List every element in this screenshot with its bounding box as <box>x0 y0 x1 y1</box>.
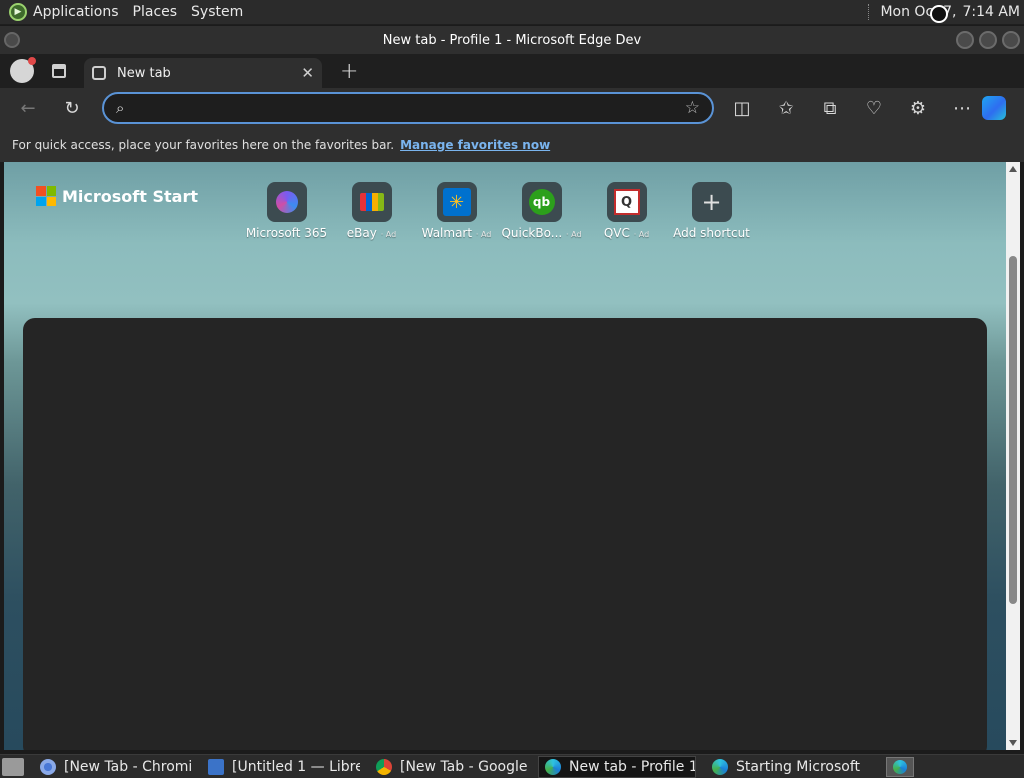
extensions-icon[interactable]: ⚙ <box>906 98 930 119</box>
refresh-button[interactable]: ↻ <box>60 98 84 119</box>
search-icon: ⌕ <box>116 99 125 117</box>
browser-essentials-icon[interactable]: ♡ <box>862 98 886 119</box>
panel-separator <box>868 4 870 20</box>
shortcut-microsoft-365[interactable]: Microsoft 365 <box>244 182 329 240</box>
new-tab-page: Microsoft Start Microsoft 365 eBay · Ad … <box>4 162 1006 750</box>
shortcut-qvc[interactable]: Q QVC · Ad <box>584 182 669 240</box>
tab-label: New tab <box>117 65 171 81</box>
tab-new-tab[interactable]: New tab ✕ <box>84 58 322 88</box>
address-input[interactable] <box>136 100 685 116</box>
mouse-cursor-icon <box>930 5 948 23</box>
edge-icon <box>712 758 728 775</box>
favorites-bar-message: For quick access, place your favorites h… <box>12 138 395 152</box>
maximize-button[interactable] <box>979 31 997 49</box>
tab-actions-icon[interactable] <box>52 64 66 78</box>
close-tab-icon[interactable]: ✕ <box>301 64 314 82</box>
window-title: New tab - Profile 1 - Microsoft Edge Dev <box>382 32 642 48</box>
close-window-button[interactable] <box>1002 31 1020 49</box>
manage-favorites-link[interactable]: Manage favorites now <box>400 138 550 152</box>
brand-name: Microsoft Start <box>62 186 198 206</box>
favorite-star-icon[interactable]: ☆ <box>685 98 700 118</box>
microsoft-start-logo[interactable]: Microsoft Start <box>36 186 198 206</box>
split-screen-icon[interactable]: ◫ <box>730 98 754 119</box>
taskbar-item[interactable]: [New Tab - Google ... <box>370 756 528 778</box>
tray-edge-icon[interactable] <box>886 756 914 777</box>
chrome-icon <box>376 758 392 775</box>
taskbar-item-active[interactable]: New tab - Profile 1 -... <box>538 755 696 778</box>
taskbar-item[interactable]: [Untitled 1 — Libre... <box>202 756 360 778</box>
minimize-button[interactable] <box>956 31 974 49</box>
profile-avatar[interactable] <box>10 57 36 83</box>
new-tab-button[interactable]: + <box>340 59 358 84</box>
taskbar-item[interactable]: Starting Microsoft E... <box>706 756 864 778</box>
taskbar-item-label: New tab - Profile 1 -... <box>569 758 695 775</box>
microsoft-365-icon <box>266 182 307 222</box>
quickbooks-icon: qb <box>521 182 562 222</box>
back-button[interactable]: ← <box>16 98 40 119</box>
shortcut-label: Microsoft 365 <box>245 226 328 240</box>
content-feed-panel <box>23 318 987 750</box>
scrollbar-thumb[interactable] <box>1009 256 1017 604</box>
microsoft-logo-icon <box>36 186 56 206</box>
libreoffice-icon <box>208 758 224 775</box>
ad-badge: · Ad <box>475 230 492 239</box>
show-desktop-icon[interactable] <box>2 757 24 776</box>
window-titlebar[interactable]: New tab - Profile 1 - Microsoft Edge Dev <box>0 26 1024 54</box>
panel-clock[interactable]: 7:14 AM <box>962 4 1020 20</box>
navigation-toolbar: ← ↻ ⌕ ☆ ◫ ✩ ⧉ ♡ ⚙ ⋯ <box>0 88 1024 128</box>
page-scrollbar[interactable] <box>1006 162 1020 750</box>
scroll-up-icon[interactable] <box>1009 166 1017 172</box>
shortcut-ebay[interactable]: eBay · Ad <box>329 182 414 240</box>
address-bar[interactable]: ⌕ ☆ <box>102 92 714 124</box>
new-tab-favicon-icon <box>92 66 106 80</box>
taskbar: [New Tab - Chromi... [Untitled 1 — Libre… <box>0 754 1024 778</box>
taskbar-item[interactable]: [New Tab - Chromi... <box>34 756 192 778</box>
shortcut-label: eBay <box>346 226 377 240</box>
copilot-icon[interactable] <box>982 96 1006 120</box>
favorites-icon[interactable]: ✩ <box>774 98 798 119</box>
scroll-down-icon[interactable] <box>1009 740 1017 746</box>
window-menu-icon[interactable] <box>4 32 20 48</box>
quick-links: Microsoft 365 eBay · Ad ✳ Walmart · Ad q… <box>244 182 754 240</box>
ad-badge: · Ad <box>380 230 397 239</box>
applications-icon[interactable]: ▶ <box>9 3 27 21</box>
ad-badge: · Ad <box>633 230 650 239</box>
chromium-icon <box>40 758 56 775</box>
collections-icon[interactable]: ⧉ <box>818 98 842 119</box>
shortcut-add[interactable]: + Add shortcut <box>669 182 754 240</box>
menu-applications[interactable]: Applications <box>33 4 119 20</box>
top-panel: ▶ Applications Places System Mon Oct 7, … <box>0 0 1024 25</box>
shortcut-walmart[interactable]: ✳ Walmart · Ad <box>414 182 499 240</box>
ebay-icon <box>351 182 392 222</box>
walmart-icon: ✳ <box>436 182 477 222</box>
menu-system[interactable]: System <box>191 4 243 20</box>
taskbar-item-label: [Untitled 1 — Libre... <box>232 758 360 775</box>
taskbar-item-label: [New Tab - Google ... <box>400 758 528 775</box>
shortcut-label: Walmart <box>421 226 473 240</box>
tab-strip: New tab ✕ + <box>0 54 1024 88</box>
more-menu-icon[interactable]: ⋯ <box>950 98 974 119</box>
shortcut-label: QuickBo... <box>501 226 563 240</box>
shortcut-label: Add shortcut <box>673 226 750 240</box>
menu-places[interactable]: Places <box>133 4 178 20</box>
qvc-icon: Q <box>606 182 647 222</box>
ad-badge: · Ad <box>566 230 582 239</box>
shortcut-quickbooks[interactable]: qb QuickBo... · Ad <box>499 182 584 240</box>
shortcut-label: QVC <box>603 226 630 240</box>
favorites-bar: For quick access, place your favorites h… <box>0 128 1024 162</box>
taskbar-item-label: [New Tab - Chromi... <box>64 758 192 775</box>
taskbar-item-label: Starting Microsoft E... <box>736 758 864 775</box>
add-icon: + <box>691 182 732 222</box>
edge-icon <box>545 758 561 775</box>
